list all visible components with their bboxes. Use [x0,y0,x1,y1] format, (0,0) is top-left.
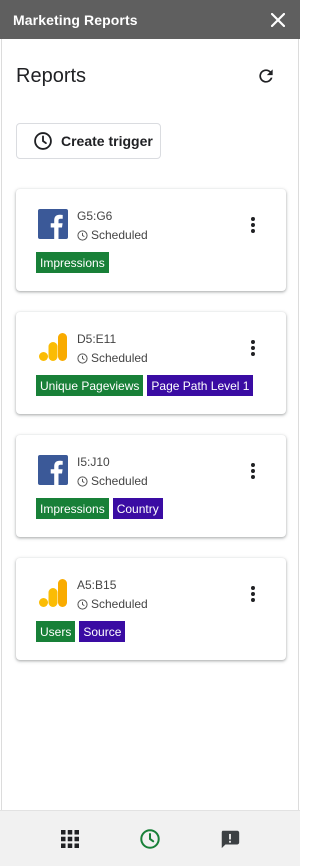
apps-grid-icon [61,829,79,848]
metric-chip: Unique Pageviews [36,375,144,396]
clock-icon [34,132,52,150]
feedback-icon [221,830,240,848]
report-chips: Impressions Country [36,498,163,519]
report-status-label: Scheduled [91,351,148,365]
report-status-label: Scheduled [91,228,148,242]
reports-header: Reports [2,61,300,91]
more-vertical-icon [251,340,255,356]
create-trigger-label: Create trigger [61,133,153,149]
report-status-label: Scheduled [91,474,148,488]
report-range: G5:G6 [77,209,113,223]
create-trigger-button[interactable]: Create trigger [16,123,161,159]
report-card[interactable]: I5:J10 Scheduled Impressions Country [16,435,286,537]
nav-schedule-button[interactable] [138,827,162,851]
sidebar-body: Reports Create trigger G5:G6 Scheduled I… [1,39,299,810]
report-card[interactable]: A5:B15 Scheduled Users Source [16,558,286,660]
report-card[interactable]: D5:E11 Scheduled Unique Pageviews Page P… [16,312,286,414]
refresh-button[interactable] [254,64,278,88]
nav-apps-button[interactable] [58,827,82,851]
dimension-chip: Country [112,498,163,519]
report-range: I5:J10 [77,455,110,469]
report-status: Scheduled [77,597,148,611]
scheduled-clock-icon [77,475,88,487]
report-menu-button[interactable] [248,461,258,481]
metric-chip: Impressions [36,498,109,519]
report-status-label: Scheduled [91,597,148,611]
close-button[interactable] [268,10,288,30]
nav-feedback-button[interactable] [218,827,242,851]
dimension-chip: Page Path Level 1 [147,375,254,396]
report-range: D5:E11 [77,332,117,346]
report-menu-button[interactable] [248,215,258,235]
report-status: Scheduled [77,228,148,242]
metric-chip: Users [36,621,76,642]
refresh-icon [259,69,273,83]
report-menu-button[interactable] [248,338,258,358]
report-menu-button[interactable] [248,584,258,604]
scheduled-clock-icon [77,229,88,241]
report-status: Scheduled [77,351,148,365]
dimension-chip: Source [79,621,126,642]
report-status: Scheduled [77,474,148,488]
bottom-nav [0,810,300,866]
report-chips: Users Source [36,621,126,642]
more-vertical-icon [251,217,255,233]
report-range: A5:B15 [77,578,117,592]
scheduled-clock-icon [77,352,88,364]
schedule-clock-icon [140,828,160,849]
facebook-logo-icon [38,455,68,485]
more-vertical-icon [251,463,255,479]
facebook-logo-icon [38,209,68,239]
report-card[interactable]: G5:G6 Scheduled Impressions [16,189,286,291]
scheduled-clock-icon [77,598,88,610]
metric-chip: Impressions [36,252,109,273]
page-title: Reports [16,64,87,87]
google-analytics-logo-icon [39,333,67,361]
close-icon [271,12,285,27]
report-chips: Impressions [36,252,109,273]
more-vertical-icon [251,586,255,602]
window-title: Marketing Reports [13,11,138,28]
google-analytics-logo-icon [39,579,67,607]
window-titlebar: Marketing Reports [0,0,300,39]
report-chips: Unique Pageviews Page Path Level 1 [36,375,254,396]
